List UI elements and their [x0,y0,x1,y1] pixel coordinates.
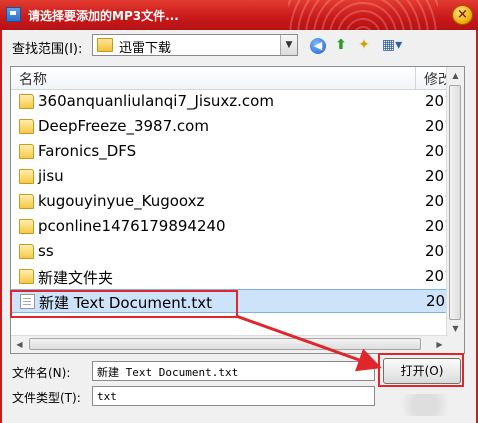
folder-icon [19,119,34,134]
text-file-icon [20,294,35,309]
item-name: ss [38,242,54,260]
list-item[interactable]: DeepFreeze_3987.com 201 [11,115,454,139]
item-name: jisu [38,167,64,185]
item-name: DeepFreeze_3987.com [38,117,209,135]
file-list[interactable]: 名称 修改 360anquanliulanqi7_Jisuxz.com 201 D… [10,66,465,354]
title-decoration [288,0,438,30]
look-in-value: 迅雷下载 [119,41,172,56]
app-icon [6,7,21,22]
folder-icon [19,144,34,159]
title-bar: 请选择要添加的MP3文件... × [0,0,478,30]
file-type-select[interactable]: txt [92,386,375,406]
folder-icon [97,38,113,52]
item-name: 新建文件夹 [38,269,114,287]
folder-icon [19,219,34,234]
look-in-dropdown[interactable]: 迅雷下载 ▼ [92,34,298,56]
list-item[interactable]: 360anquanliulanqi7_Jisuxz.com 201 [11,90,454,114]
vertical-scrollbar[interactable]: ▲ ▼ [446,67,464,337]
list-item[interactable]: jisu 201 [11,165,454,189]
folder-icon [19,194,34,209]
folder-icon [19,269,34,284]
list-item[interactable]: ss 201 [11,240,454,264]
file-name-input[interactable]: 新建 Text Document.txt [92,361,375,381]
watermark [386,394,464,416]
list-item[interactable]: kugouyinyue_Kugooxz 201 [11,190,454,214]
list-item[interactable]: 新建文件夹 201 [11,265,454,289]
file-type-label: 文件类型(T): [12,391,81,405]
item-name: kugouyinyue_Kugooxz [38,192,205,210]
column-name[interactable]: 名称 [19,69,47,89]
scroll-corner [447,336,464,353]
back-arrow-icon: ◀ [310,38,326,54]
new-folder-icon[interactable]: ✦ [354,35,374,55]
open-button[interactable]: 打开(O) [383,358,461,384]
horizontal-scrollbar[interactable]: ◀ ▶ [11,335,448,353]
scroll-left-icon[interactable]: ◀ [11,336,28,353]
scroll-down-icon[interactable]: ▼ [447,320,464,337]
list-item[interactable]: Faronics_DFS 201 [11,140,454,164]
view-menu-icon[interactable]: ▦▾ [378,35,406,55]
look-in-label: 查找范围(I): [12,42,83,57]
up-one-level-icon[interactable]: ⬆ [331,35,351,55]
item-name: pconline1476179894240 [38,217,226,235]
column-divider[interactable] [415,67,416,89]
back-button[interactable]: ◀ [308,35,328,55]
scroll-right-icon[interactable]: ▶ [431,336,448,353]
scroll-thumb[interactable] [29,338,421,350]
chevron-down-icon[interactable]: ▼ [280,35,297,55]
folder-icon [19,244,34,259]
scroll-up-icon[interactable]: ▲ [447,67,464,84]
list-item[interactable]: pconline1476179894240 201 [11,215,454,239]
window-title: 请选择要添加的MP3文件... [28,9,179,23]
item-name: 新建 Text Document.txt [39,294,212,312]
item-name: Faronics_DFS [38,142,137,160]
column-header: 名称 修改 [11,67,452,90]
scroll-thumb[interactable] [449,85,461,320]
folder-icon [19,169,34,184]
folder-icon [19,94,34,109]
item-name: 360anquanliulanqi7_Jisuxz.com [38,92,274,110]
list-item-selected[interactable]: 新建 Text Document.txt 201 [11,289,455,313]
file-name-label: 文件名(N): [12,366,71,380]
close-button[interactable]: × [452,5,473,25]
